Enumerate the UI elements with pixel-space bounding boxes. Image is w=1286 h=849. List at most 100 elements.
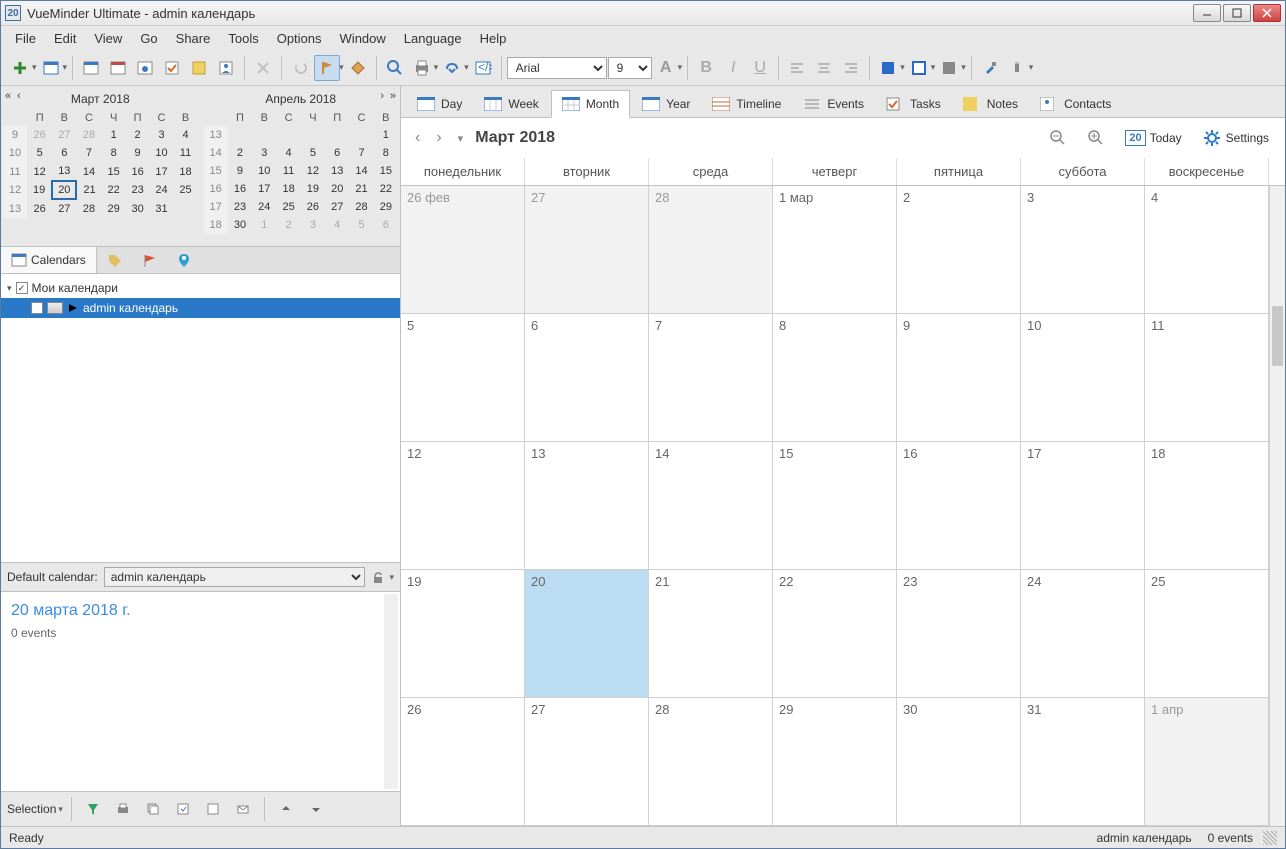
menu-view[interactable]: View: [86, 28, 130, 49]
mini-day[interactable]: 14: [349, 162, 373, 180]
tab-calendars[interactable]: Calendars: [1, 247, 97, 273]
default-calendar-select[interactable]: admin календарь: [104, 567, 366, 587]
flag-button[interactable]: [314, 55, 340, 81]
day-cell[interactable]: 14: [649, 442, 773, 569]
checkbox[interactable]: ✓: [16, 282, 28, 294]
mini-day[interactable]: 8: [374, 144, 398, 162]
mini-day[interactable]: 6: [52, 144, 76, 162]
day-cell[interactable]: 21: [649, 570, 773, 697]
align-left-button[interactable]: [784, 55, 810, 81]
mini-day[interactable]: 22: [374, 180, 398, 198]
dropdown-icon[interactable]: ▾: [900, 62, 905, 73]
mini-day[interactable]: [276, 126, 300, 144]
day-cell[interactable]: 6: [525, 314, 649, 441]
mini-day[interactable]: [174, 199, 198, 218]
print-button[interactable]: [409, 55, 435, 81]
meeting-icon[interactable]: [132, 55, 158, 81]
day-cell[interactable]: 28: [649, 186, 773, 313]
mini-day[interactable]: 28: [76, 199, 101, 218]
mini-day[interactable]: 15: [102, 162, 126, 181]
next-month-button[interactable]: ›: [380, 90, 384, 102]
day-cell[interactable]: 7: [649, 314, 773, 441]
day-cell[interactable]: 2: [897, 186, 1021, 313]
category-button[interactable]: [345, 55, 371, 81]
resize-grip[interactable]: [1263, 831, 1277, 845]
note-icon[interactable]: [186, 55, 212, 81]
mini-day[interactable]: 19: [27, 181, 52, 199]
day-cell[interactable]: 18: [1145, 442, 1269, 569]
html-button[interactable]: </>: [470, 55, 496, 81]
mini-day[interactable]: 24: [252, 198, 276, 216]
menu-help[interactable]: Help: [472, 28, 515, 49]
mini-day[interactable]: 2: [228, 144, 252, 162]
day-cell[interactable]: 5: [401, 314, 525, 441]
period-dropdown[interactable]: ▾: [454, 130, 468, 147]
dropdown-icon[interactable]: ▾: [63, 62, 68, 73]
plug-button[interactable]: [1004, 55, 1030, 81]
zoom-out-button[interactable]: [1043, 125, 1073, 151]
day-cell[interactable]: 22: [773, 570, 897, 697]
mini-day[interactable]: 14: [76, 162, 101, 181]
day-cell[interactable]: 20: [525, 570, 649, 697]
expand-icon[interactable]: ▾: [7, 283, 12, 294]
mini-day[interactable]: 28: [349, 198, 373, 216]
day-cell[interactable]: 10: [1021, 314, 1145, 441]
tab-events[interactable]: Events: [793, 90, 874, 117]
menu-language[interactable]: Language: [396, 28, 470, 49]
dropdown-icon[interactable]: ▾: [58, 804, 63, 815]
next-year-button[interactable]: »: [390, 90, 396, 102]
mini-day[interactable]: 5: [349, 216, 373, 234]
mini-day[interactable]: 12: [301, 162, 325, 180]
dropdown-icon[interactable]: ▾: [32, 62, 37, 73]
mini-day[interactable]: 4: [174, 126, 198, 144]
day-cell[interactable]: 23: [897, 570, 1021, 697]
menu-file[interactable]: File: [7, 28, 44, 49]
menu-share[interactable]: Share: [168, 28, 219, 49]
mini-day[interactable]: 8: [102, 144, 126, 162]
export-button[interactable]: [170, 796, 196, 822]
mini-day[interactable]: 10: [252, 162, 276, 180]
mini-day[interactable]: 28: [76, 126, 101, 144]
day-cell[interactable]: 19: [401, 570, 525, 697]
mini-day[interactable]: [301, 126, 325, 144]
mini-day[interactable]: 1: [252, 216, 276, 234]
minimize-button[interactable]: [1193, 4, 1221, 22]
mini-day[interactable]: 21: [76, 181, 101, 199]
mini-day[interactable]: 2: [276, 216, 300, 234]
mini-day[interactable]: 25: [276, 198, 300, 216]
mini-day[interactable]: 5: [301, 144, 325, 162]
prev-button[interactable]: [273, 796, 299, 822]
day-cell[interactable]: 1 мар: [773, 186, 897, 313]
day-cell[interactable]: 24: [1021, 570, 1145, 697]
checkbox[interactable]: ✓: [31, 302, 43, 314]
mini-day[interactable]: 10: [150, 144, 174, 162]
italic-button[interactable]: I: [720, 55, 746, 81]
tab-month[interactable]: Month: [551, 90, 630, 118]
scrollbar-thumb[interactable]: [1272, 306, 1283, 366]
mini-day[interactable]: 4: [325, 216, 349, 234]
menu-go[interactable]: Go: [132, 28, 165, 49]
day-cell[interactable]: 27: [525, 186, 649, 313]
prev-year-button[interactable]: «: [5, 90, 11, 102]
day-cell[interactable]: 3: [1021, 186, 1145, 313]
email-button[interactable]: [230, 796, 256, 822]
mini-day[interactable]: 5: [27, 144, 52, 162]
day-cell[interactable]: 17: [1021, 442, 1145, 569]
filter-button[interactable]: [80, 796, 106, 822]
search-button[interactable]: [382, 55, 408, 81]
tab-day[interactable]: Day: [407, 90, 472, 117]
dropdown-icon[interactable]: ▾: [931, 62, 936, 73]
mini-day[interactable]: 29: [374, 198, 398, 216]
mini-day[interactable]: [325, 126, 349, 144]
tab-notes[interactable]: Notes: [953, 90, 1028, 117]
mini-day[interactable]: 6: [374, 216, 398, 234]
font-color-button[interactable]: A: [653, 55, 679, 81]
mini-day[interactable]: 11: [276, 162, 300, 180]
mini-day[interactable]: 23: [228, 198, 252, 216]
menu-options[interactable]: Options: [269, 28, 330, 49]
mini-day[interactable]: 22: [102, 181, 126, 199]
tab-timeline[interactable]: Timeline: [702, 90, 791, 117]
mini-day[interactable]: 9: [228, 162, 252, 180]
eyedropper-button[interactable]: [977, 55, 1003, 81]
tab-tags[interactable]: [97, 247, 133, 273]
